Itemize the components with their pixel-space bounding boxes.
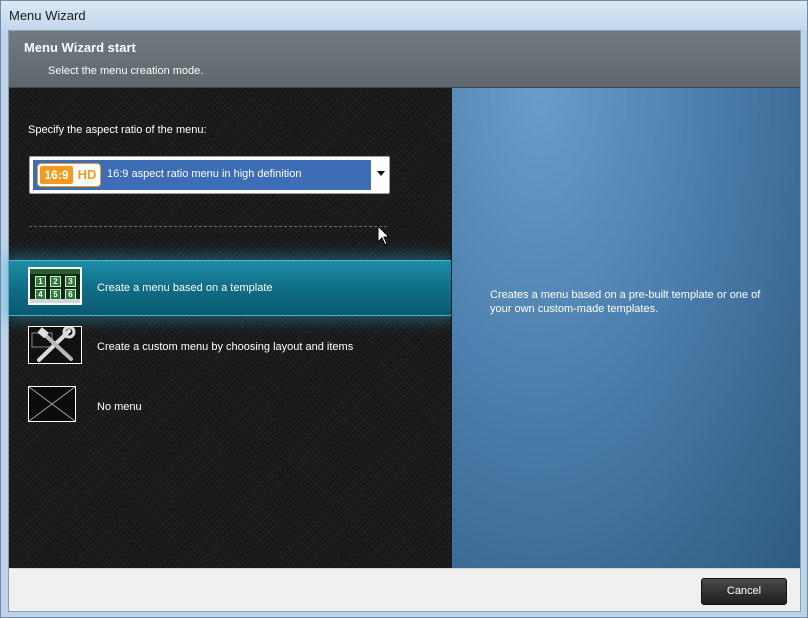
option-no-menu-label: No menu [97, 401, 142, 413]
template-thumbnail-icon: 1 2 3 4 5 6 [28, 267, 82, 305]
page-title: Menu Wizard start [24, 40, 136, 55]
wizard-client-area: Menu Wizard start Select the menu creati… [8, 30, 801, 612]
menu-wizard-window: Menu Wizard Menu Wizard start Select the… [0, 0, 808, 618]
aspect-ratio-value: 16:9 aspect ratio menu in high definitio… [107, 168, 302, 180]
option-no-menu[interactable]: No menu [9, 380, 451, 436]
option-template-label: Create a menu based on a template [97, 282, 273, 294]
thumb-cell: 2 [50, 276, 61, 287]
aspect-ratio-dropdown[interactable]: 16:9 HD 16:9 aspect ratio menu in high d… [29, 156, 390, 194]
title-bar[interactable]: Menu Wizard [1, 1, 807, 30]
mode-selection-pane: Specify the aspect ratio of the menu: 16… [9, 88, 451, 568]
thumb-footer-bar [30, 299, 80, 303]
thumb-cell: 3 [65, 276, 76, 287]
option-custom-label: Create a custom menu by choosing layout … [97, 341, 354, 353]
empty-frame-graphic [28, 386, 76, 422]
wizard-header: Menu Wizard start Select the menu creati… [9, 31, 800, 88]
window-title: Menu Wizard [9, 8, 86, 23]
empty-frame-icon [28, 386, 76, 422]
option-description: Creates a menu based on a pre-built temp… [490, 289, 761, 315]
mouse-pointer-icon [377, 225, 391, 246]
hd-aspect-badge-icon: 16:9 HD [37, 163, 101, 187]
badge-hd: HD [77, 167, 97, 182]
dropdown-arrow-icon[interactable] [377, 171, 385, 176]
aspect-ratio-label: Specify the aspect ratio of the menu: [28, 124, 207, 136]
thumb-header-strip [30, 269, 80, 274]
badge-ratio: 16:9 [40, 166, 73, 184]
option-custom-menu[interactable]: Create a custom menu by choosing layout … [9, 320, 451, 376]
divider [29, 226, 387, 227]
cancel-button[interactable]: Cancel [701, 578, 787, 605]
tools-icon-graphic [31, 325, 76, 362]
wizard-footer: Cancel [9, 568, 800, 611]
tools-icon [28, 325, 82, 364]
option-template-menu[interactable]: 1 2 3 4 5 6 Create a menu based on a tem… [9, 260, 451, 316]
description-pane: Creates a menu based on a pre-built temp… [451, 88, 800, 568]
thumb-cell: 1 [35, 276, 46, 287]
aspect-ratio-selected-item: 16:9 HD 16:9 aspect ratio menu in high d… [33, 160, 371, 190]
page-subtitle: Select the menu creation mode. [48, 65, 204, 77]
